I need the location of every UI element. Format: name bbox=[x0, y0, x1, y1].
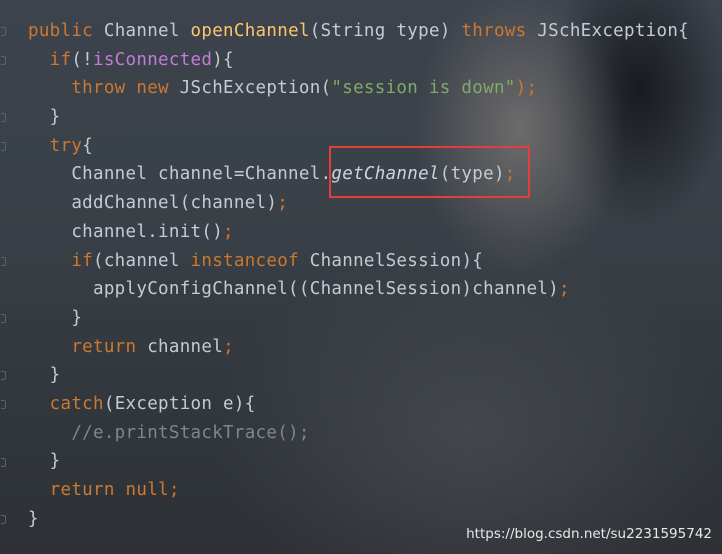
highlight-box-get-channel bbox=[329, 146, 530, 198]
code-token: ); bbox=[515, 78, 538, 99]
code-token: } bbox=[49, 365, 61, 386]
code-token: } bbox=[49, 107, 61, 128]
fold-marker-icon[interactable] bbox=[1, 314, 6, 323]
code-token: JSchException{ bbox=[537, 21, 690, 41]
code-token: ; bbox=[168, 480, 180, 500]
code-token: (String type) bbox=[309, 21, 462, 41]
code-token: ; bbox=[223, 221, 234, 242]
code-line[interactable]: } bbox=[28, 361, 689, 390]
code-token: ChannelSession){ bbox=[309, 250, 484, 271]
code-token: catch bbox=[49, 393, 104, 414]
fold-marker-icon[interactable] bbox=[1, 113, 6, 123]
code-token: addChannel(channel) bbox=[71, 193, 278, 214]
code-token: if bbox=[71, 250, 94, 271]
fold-marker-icon[interactable] bbox=[1, 514, 6, 524]
code-token: ){ bbox=[212, 49, 234, 70]
code-token: JSchException( bbox=[179, 78, 332, 99]
code-token: channel bbox=[147, 336, 224, 357]
code-token: openChannel bbox=[190, 21, 310, 41]
code-line[interactable]: applyConfigChannel((ChannelSession)chann… bbox=[28, 275, 689, 304]
code-token: public bbox=[28, 21, 104, 41]
fold-marker-icon[interactable] bbox=[1, 55, 6, 65]
fold-marker-icon[interactable] bbox=[1, 400, 6, 410]
code-line[interactable]: catch(Exception e){ bbox=[28, 390, 689, 419]
code-token: ; bbox=[558, 279, 570, 300]
code-token: ; bbox=[277, 193, 289, 214]
code-token: applyConfigChannel((ChannelSession)chann… bbox=[93, 279, 559, 300]
watermark: https://blog.csdn.net/su2231595742 bbox=[466, 526, 712, 542]
fold-marker-icon[interactable] bbox=[1, 256, 6, 266]
code-token: "session is down" bbox=[331, 78, 516, 99]
code-token: (Exception e){ bbox=[103, 393, 256, 414]
code-line[interactable]: //e.printStackTrace(); bbox=[28, 419, 689, 448]
code-token: try bbox=[49, 135, 83, 156]
code-token: } bbox=[49, 451, 61, 472]
code-line[interactable]: throw new JSchException("session is down… bbox=[28, 74, 689, 103]
code-token: Channel channel=Channel. bbox=[71, 164, 332, 185]
code-line[interactable]: } bbox=[28, 103, 689, 132]
code-token: (! bbox=[71, 49, 94, 70]
fold-marker-icon[interactable] bbox=[1, 141, 6, 151]
code-token: return bbox=[71, 336, 148, 357]
code-token: (channel bbox=[93, 250, 191, 271]
code-line[interactable]: public Channel openChannel(String type) … bbox=[28, 17, 689, 46]
code-token: } bbox=[71, 307, 83, 328]
code-line[interactable]: return channel; bbox=[28, 333, 689, 362]
code-line[interactable]: channel.init(); bbox=[28, 218, 689, 247]
code-line[interactable]: if(channel instanceof ChannelSession){ bbox=[28, 247, 689, 276]
code-token: Channel bbox=[103, 21, 191, 41]
fold-marker-icon[interactable] bbox=[1, 27, 6, 36]
code-token: ; bbox=[223, 336, 234, 357]
fold-marker-icon[interactable] bbox=[1, 457, 6, 467]
code-token: return null bbox=[49, 480, 169, 500]
code-token: { bbox=[82, 135, 94, 156]
code-token: //e.printStackTrace(); bbox=[71, 422, 310, 443]
code-token: if bbox=[49, 49, 72, 70]
code-line[interactable]: return null; bbox=[28, 476, 689, 505]
editor-gutter bbox=[0, 0, 10, 554]
fold-marker-icon[interactable] bbox=[1, 371, 6, 381]
code-line[interactable]: if(!isConnected){ bbox=[28, 46, 689, 75]
code-editor[interactable]: public Channel openChannel(String type) … bbox=[0, 0, 722, 554]
code-line[interactable]: } bbox=[28, 304, 689, 333]
code-token: channel.init() bbox=[71, 221, 224, 242]
code-token: throws bbox=[461, 21, 538, 41]
code-token: throw new bbox=[71, 78, 180, 99]
code-token: instanceof bbox=[190, 250, 310, 271]
code-block[interactable]: public Channel openChannel(String type) … bbox=[28, 17, 689, 533]
code-line[interactable]: } bbox=[28, 447, 689, 476]
code-token: isConnected bbox=[93, 49, 213, 70]
code-token: } bbox=[28, 508, 39, 529]
